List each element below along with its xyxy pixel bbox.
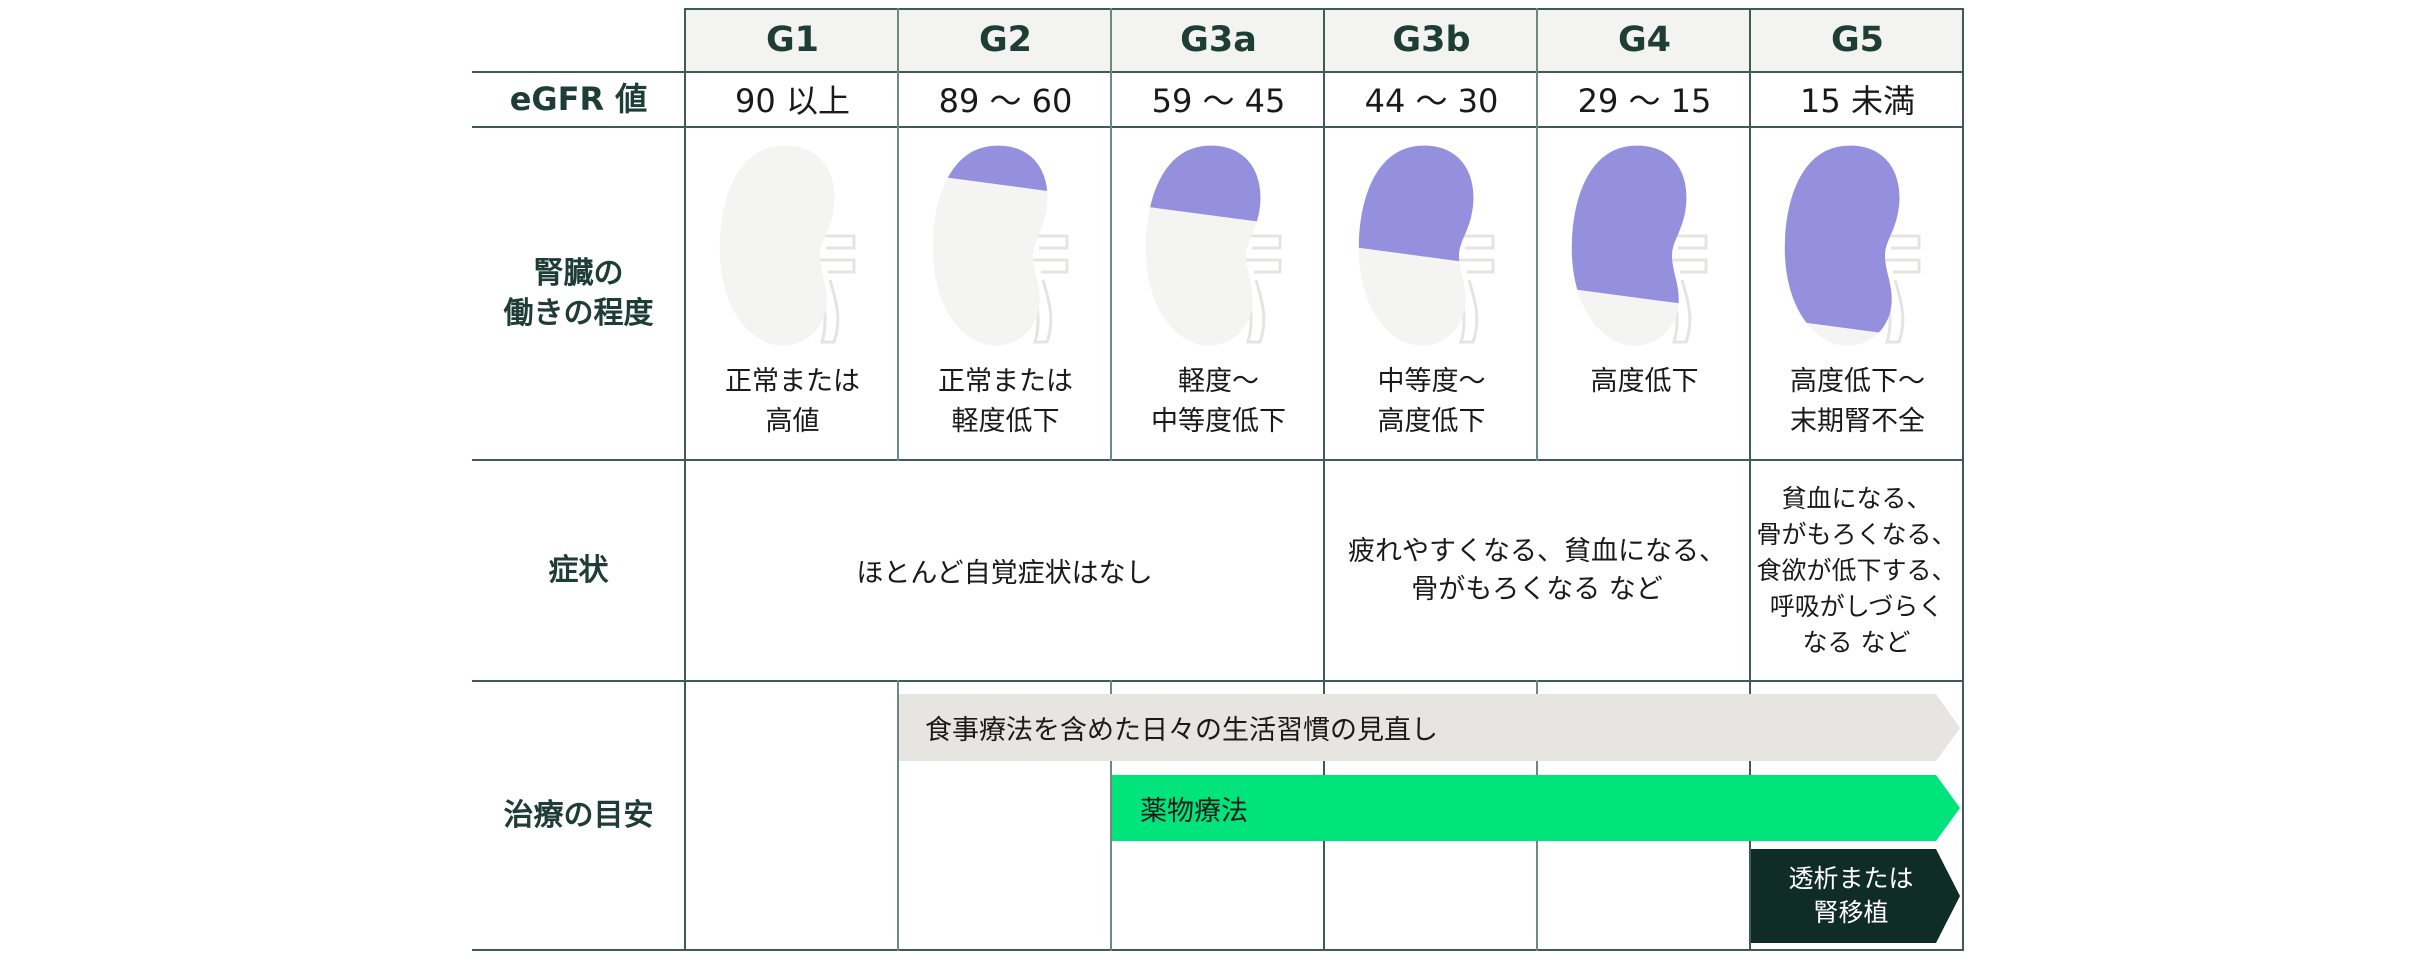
dialysis-arrow-label: 透析または 腎移植	[1751, 849, 1951, 943]
dialysis-label-line2: 腎移植	[1813, 898, 1889, 927]
diet-arrow-label: 食事療法を含めた日々の生活習慣の見直し	[925, 715, 1438, 746]
medication-arrow-label: 薬物療法	[1140, 795, 1248, 827]
dialysis-label-line1: 透析または	[1788, 864, 1914, 893]
